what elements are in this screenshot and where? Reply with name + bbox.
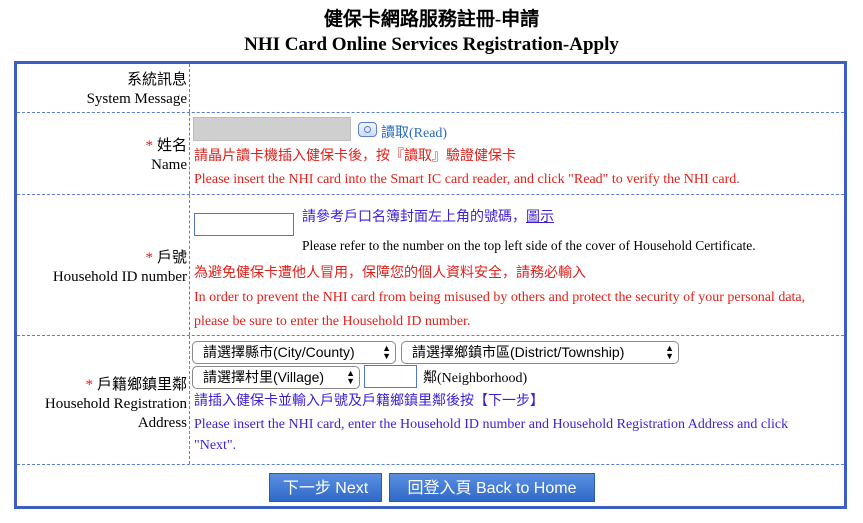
village-select[interactable]: 請選擇村里(Village) ▲ ▼ <box>192 366 360 389</box>
page-title-zh: 健保卡網路服務註冊-申請 <box>323 9 540 30</box>
name-hint-en: Please insert the NHI card into the Smar… <box>194 172 740 187</box>
required-mark: * <box>145 138 153 154</box>
page-title-en: NHI Card Online Services Registration-Ap… <box>244 34 619 55</box>
address-row: * 戶籍鄉鎮里鄰 Household Registration Address 請… <box>17 336 844 465</box>
household-id-warn-en-1: In order to prevent the NHI card from be… <box>194 290 806 305</box>
back-to-home-button[interactable]: 回登入頁 Back to Home <box>389 473 595 502</box>
read-card-label[interactable]: 讀取(Read) <box>381 122 447 142</box>
household-id-refer-en: Please refer to the number on the top le… <box>302 238 756 253</box>
neighborhood-input[interactable] <box>364 365 417 388</box>
address-hint-zh: 請插入健保卡並輸入戶號及戶籍鄉鎮里鄰後按【下一步】 <box>194 394 544 409</box>
name-field <box>193 117 351 141</box>
name-row: * 姓名 Name 讀取(Read) 請晶片讀卡機插入健保卡後，按『讀取』驗證健保… <box>17 113 844 195</box>
city-select-value: 請選擇縣市(City/County) <box>203 344 355 360</box>
address-hint-en-2: "Next". <box>194 438 237 453</box>
name-hint-zh: 請晶片讀卡機插入健保卡後，按『讀取』驗證健保卡 <box>194 149 516 164</box>
household-id-label: * 戶號 Household ID number <box>17 249 187 287</box>
row-divider <box>189 113 190 194</box>
select-arrows-icon: ▲ ▼ <box>665 343 674 361</box>
row-divider <box>189 195 190 335</box>
household-id-warning: 為避免健保卡遭他人冒用，保障您的個人資料安全，請務必輸入 In order to… <box>194 265 844 330</box>
name-label-zh: 姓名 <box>156 138 187 154</box>
row-divider <box>189 64 190 112</box>
page-title: 健保卡網路服務註冊-申請 NHI Card Online Services Re… <box>0 0 863 57</box>
household-id-row: * 戶號 Household ID number 請參考戶口名簿封面左上角的號碼，… <box>17 195 844 336</box>
address-hints: 請插入健保卡並輸入戶號及戶籍鄉鎮里鄰後按【下一步】 Please insert … <box>194 393 844 454</box>
name-hints: 請晶片讀卡機插入健保卡後，按『讀取』驗證健保卡 Please insert th… <box>194 148 844 188</box>
city-select[interactable]: 請選擇縣市(City/County) ▲ ▼ <box>192 341 396 364</box>
required-mark: * <box>145 250 153 266</box>
row-divider <box>189 336 190 464</box>
address-label-en-2: Address <box>137 415 187 431</box>
household-id-label-en: Household ID number <box>52 269 187 285</box>
district-select[interactable]: 請選擇鄉鎮市區(District/Township) ▲ ▼ <box>401 341 679 364</box>
household-id-label-zh: 戶號 <box>156 250 187 266</box>
address-label: * 戶籍鄉鎮里鄰 Household Registration Address <box>17 376 187 433</box>
address-label-en-1: Household Registration <box>44 396 187 412</box>
household-id-refer-zh-line: 請參考戶口名簿封面左上角的號碼，圖示 <box>302 209 844 226</box>
village-select-value: 請選擇村里(Village) <box>203 369 325 385</box>
select-arrows-icon: ▲ ▼ <box>382 343 391 361</box>
household-id-warn-zh: 為避免健保卡遭他人冒用，保障您的個人資料安全，請務必輸入 <box>194 266 586 281</box>
household-id-refer-zh: 請參考戶口名簿封面左上角的號碼， <box>302 210 526 225</box>
registration-form: 系統訊息 System Message * 姓名 Name 讀取(Read) 請晶… <box>14 61 847 509</box>
system-message-label-zh: 系統訊息 <box>126 72 187 88</box>
system-message-label-en: System Message <box>86 91 187 107</box>
district-select-value: 請選擇鄉鎮市區(District/Township) <box>412 344 625 360</box>
household-id-warn-en-2: please be sure to enter the Household ID… <box>194 314 471 329</box>
next-button[interactable]: 下一步 Next <box>269 473 382 502</box>
household-id-input[interactable] <box>194 213 294 236</box>
system-message-row: 系統訊息 System Message <box>17 64 844 113</box>
address-hint-en-1: Please insert the NHI card, enter the Ho… <box>194 417 789 432</box>
select-arrows-icon: ▲ ▼ <box>346 368 355 386</box>
household-id-example-link[interactable]: 圖示 <box>526 210 554 225</box>
system-message-label: 系統訊息 System Message <box>17 71 187 109</box>
address-label-zh: 戶籍鄉鎮里鄰 <box>96 377 187 393</box>
read-card-button[interactable] <box>358 122 377 137</box>
name-label: * 姓名 Name <box>17 137 187 175</box>
name-label-en: Name <box>151 157 187 173</box>
read-icon <box>364 126 371 133</box>
neighborhood-label: 鄰(Neighborhood) <box>423 371 528 386</box>
required-mark: * <box>85 377 93 393</box>
